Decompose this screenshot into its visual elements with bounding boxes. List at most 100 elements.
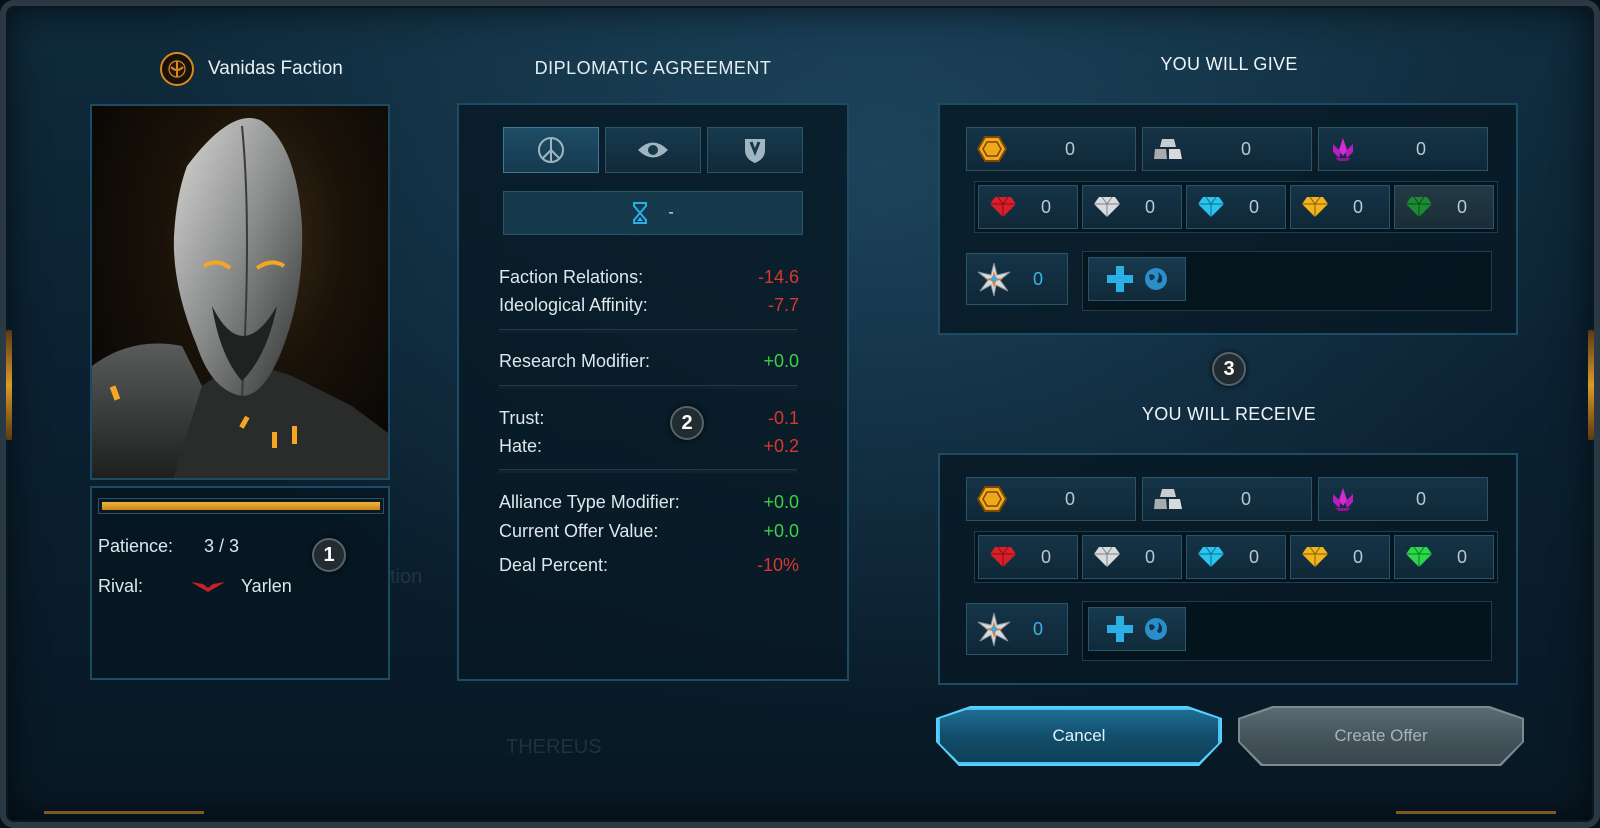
eye-icon <box>638 142 668 158</box>
patience-row: Patience: 3 / 3 <box>98 536 239 557</box>
white-gem-value: 0 <box>1144 546 1155 567</box>
credits-icon <box>977 486 1007 512</box>
stat-value: +0.2 <box>763 436 799 456</box>
tutorial-badge-2[interactable]: 2 <box>670 406 704 440</box>
green-gem-icon <box>1406 546 1432 567</box>
patience-label: Patience: <box>98 536 174 556</box>
alloys-value: 0 <box>1240 138 1251 159</box>
white-gem-value: 0 <box>1144 196 1155 217</box>
right-frame-accent <box>1588 330 1594 440</box>
stat-ideological-affinity: Ideological Affinity: -7.7 <box>499 295 799 316</box>
receive-title: YOU WILL RECEIVE <box>1141 404 1317 424</box>
tab-peace-agreement[interactable] <box>503 127 599 173</box>
rival-label: Rival: <box>98 576 144 596</box>
planet-icon <box>1145 268 1167 290</box>
stat-label: Ideological Affinity: <box>499 295 648 315</box>
rival-name: Yarlen <box>241 576 292 596</box>
stat-label: Alliance Type Modifier: <box>499 492 680 512</box>
create-offer-button[interactable]: Create Offer <box>1240 708 1522 764</box>
give-cyan-gem[interactable]: 0 <box>1186 185 1286 229</box>
planet-icon <box>1145 618 1167 640</box>
cyan-gem-icon <box>1198 196 1224 217</box>
patience-bar-fill <box>102 502 380 510</box>
cancel-button[interactable]: Cancel <box>938 708 1220 764</box>
cyan-gem-icon <box>1198 546 1224 567</box>
receive-add-system-button[interactable] <box>1088 607 1186 651</box>
tutorial-badge-1[interactable]: 1 <box>312 538 346 572</box>
red-gem-icon <box>990 196 1016 217</box>
stat-value: +0.0 <box>763 351 799 371</box>
influence-value: 0 <box>1032 268 1043 289</box>
stat-value: -14.6 <box>757 267 799 287</box>
give-gold-gem[interactable]: 0 <box>1290 185 1390 229</box>
give-influence[interactable]: 0 <box>966 253 1068 305</box>
tab-defense-agreement[interactable] <box>707 127 803 173</box>
white-gem-icon <box>1094 196 1120 217</box>
stat-trust: Trust: -0.1 <box>499 408 799 429</box>
background-ghost-text-2: tion <box>390 566 423 588</box>
agreement-panel: - Faction Relations: -14.6 Ideological A… <box>457 103 849 681</box>
receive-credits[interactable]: 0 <box>966 477 1136 521</box>
stat-divider <box>499 469 797 473</box>
stat-label: Faction Relations: <box>499 267 644 287</box>
give-panel: 0 0 0 0 0 0 0 0 0 <box>938 103 1518 335</box>
white-gem-icon <box>1094 546 1120 567</box>
credits-icon <box>977 136 1007 162</box>
give-red-gem[interactable]: 0 <box>978 185 1078 229</box>
red-gem-icon <box>990 546 1016 567</box>
background-ghost-text: THEREUS <box>506 736 602 758</box>
stat-deal-percent: Deal Percent: -10% <box>499 555 799 576</box>
receive-gold-gem[interactable]: 0 <box>1290 535 1390 579</box>
give-alloys[interactable]: 0 <box>1142 127 1312 171</box>
stat-research-modifier: Research Modifier: +0.0 <box>499 351 799 372</box>
give-green-gem[interactable]: 0 <box>1394 185 1494 229</box>
peace-icon <box>538 137 564 163</box>
receive-crystal[interactable]: 0 <box>1318 477 1488 521</box>
give-crystal[interactable]: 0 <box>1318 127 1488 171</box>
agreement-title: DIPLOMATIC AGREEMENT <box>534 58 772 78</box>
stat-value: -10% <box>756 555 799 575</box>
tutorial-badge-3[interactable]: 3 <box>1212 352 1246 386</box>
stat-current-offer-value: Current Offer Value: +0.0 <box>499 521 799 542</box>
rival-row: Rival: Yarlen <box>98 576 292 597</box>
shield-icon <box>745 139 765 163</box>
tab-intel-agreement[interactable] <box>605 127 701 173</box>
receive-green-gem[interactable]: 0 <box>1394 535 1494 579</box>
rival-emblem-icon <box>191 581 226 592</box>
crystal-icon <box>1333 138 1353 161</box>
faction-info-box: Patience: 3 / 3 Rival: Yarlen <box>90 486 390 680</box>
bottom-right-accent <box>1396 811 1556 814</box>
duration-display[interactable]: - <box>503 191 803 235</box>
crystal-value: 0 <box>1415 488 1426 509</box>
stat-value: -7.7 <box>767 295 799 315</box>
gold-gem-icon <box>1302 546 1328 567</box>
stat-label: Research Modifier: <box>499 351 651 371</box>
stat-divider <box>499 329 797 333</box>
stat-divider <box>499 385 797 389</box>
stat-label: Current Offer Value: <box>499 521 659 541</box>
receive-influence[interactable]: 0 <box>966 603 1068 655</box>
green-gem-value: 0 <box>1456 546 1467 567</box>
crystal-icon <box>1333 488 1353 511</box>
crystal-value: 0 <box>1415 138 1426 159</box>
receive-resource-row: 0 0 0 <box>966 477 1488 521</box>
gold-gem-value: 0 <box>1352 546 1363 567</box>
influence-value: 0 <box>1032 618 1043 639</box>
receive-red-gem[interactable]: 0 <box>978 535 1078 579</box>
receive-extra-row: 0 <box>966 601 1492 661</box>
faction-header: Vanidas Faction <box>160 52 343 86</box>
stat-label: Trust: <box>499 408 545 428</box>
bottom-left-accent <box>44 811 204 814</box>
alloys-icon <box>1154 139 1182 159</box>
give-white-gem[interactable]: 0 <box>1082 185 1182 229</box>
give-credits[interactable]: 0 <box>966 127 1136 171</box>
receive-cyan-gem[interactable]: 0 <box>1186 535 1286 579</box>
receive-alloys[interactable]: 0 <box>1142 477 1312 521</box>
stat-hate: Hate: +0.2 <box>499 436 799 457</box>
give-add-system-button[interactable] <box>1088 257 1186 301</box>
alloys-value: 0 <box>1240 488 1251 509</box>
plus-icon <box>1107 266 1133 292</box>
left-frame-accent <box>6 330 12 440</box>
receive-white-gem[interactable]: 0 <box>1082 535 1182 579</box>
give-extra-slot <box>1082 251 1492 311</box>
